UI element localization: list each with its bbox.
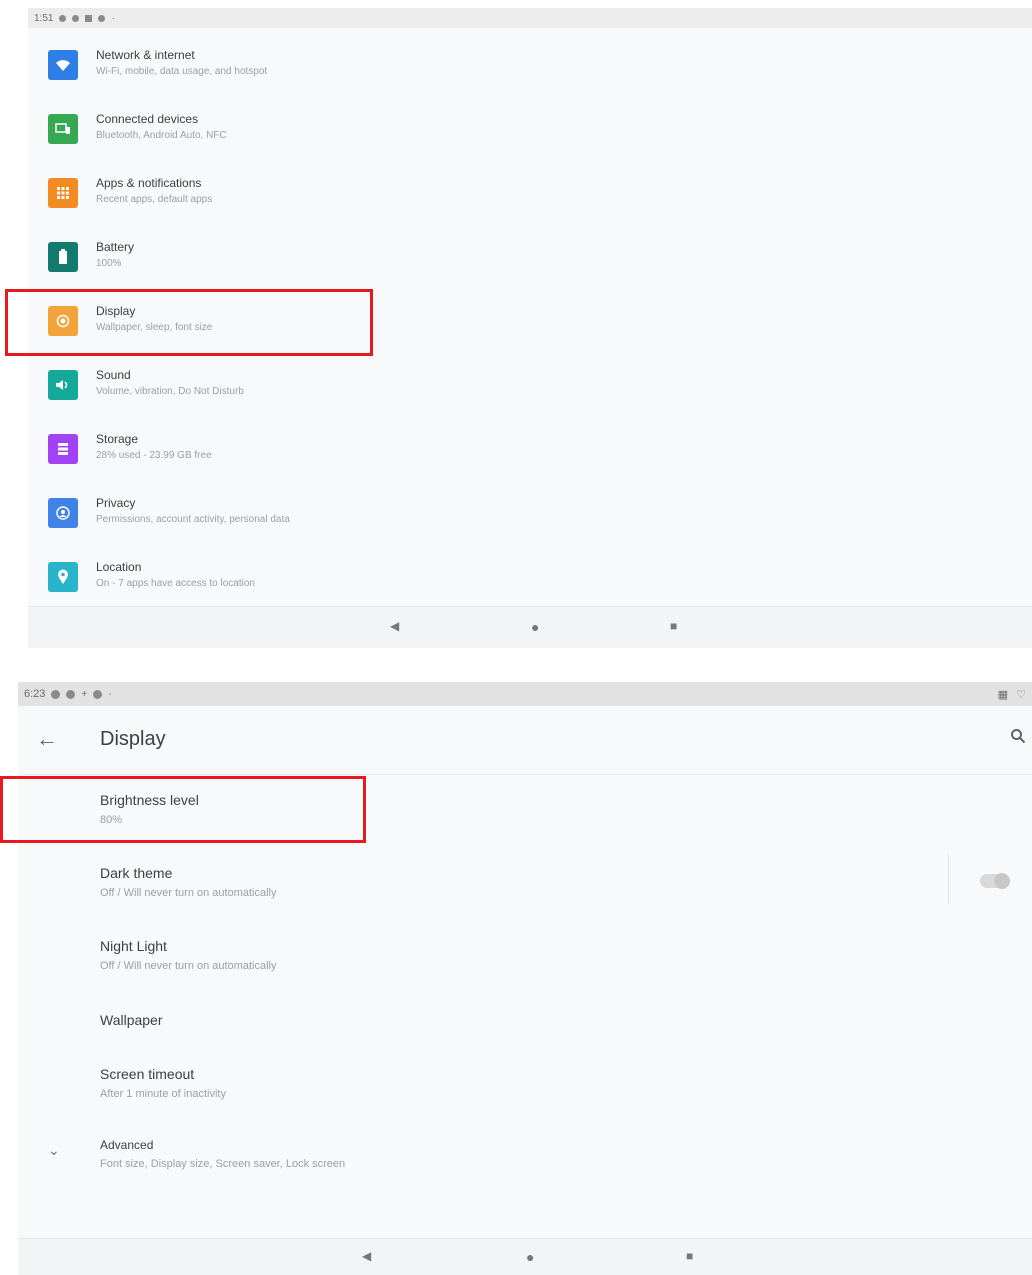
status-time: 6:23 (24, 688, 46, 700)
setting-privacy[interactable]: Privacy Permissions, account activity, p… (28, 484, 1032, 548)
highlight-box-display (5, 289, 373, 356)
back-nav-icon[interactable]: ◀ (390, 619, 399, 633)
notification-icon (85, 14, 93, 22)
setting-title: Network & internet (96, 48, 195, 62)
setting-storage[interactable]: Storage 28% used - 23.99 GB free (28, 420, 1032, 484)
privacy-icon (48, 498, 78, 528)
pref-title: Wallpaper (100, 1012, 163, 1028)
app-bar: ← Display (18, 706, 1032, 775)
highlight-box-brightness (0, 776, 366, 843)
notification-icon (59, 14, 67, 22)
storage-icon (48, 434, 78, 464)
more-dot-icon: · (108, 688, 112, 700)
setting-subtitle: Bluetooth, Android Auto, NFC (96, 130, 227, 141)
notification-icon: + (81, 688, 88, 700)
back-arrow-icon[interactable]: ← (36, 726, 58, 752)
signal-icon: ▦ (997, 688, 1008, 701)
setting-subtitle: 28% used - 23.99 GB free (96, 450, 212, 461)
setting-title: Privacy (96, 496, 136, 510)
notification-icon (72, 14, 80, 22)
setting-title: Battery (96, 240, 135, 254)
notification-icon (51, 689, 61, 699)
notification-icon (93, 689, 103, 699)
setting-title: Apps & notifications (96, 176, 202, 190)
home-nav-icon[interactable]: ● (526, 1249, 534, 1265)
status-bar: 1:51 · (28, 8, 1032, 28)
devices-icon (48, 114, 78, 144)
dark-theme-toggle[interactable] (980, 873, 1010, 889)
setting-location[interactable]: Location On - 7 apps have access to loca… (28, 548, 1032, 612)
status-time: 1:51 (34, 12, 54, 24)
battery-icon (48, 242, 78, 272)
setting-title: Location (96, 560, 142, 574)
location-icon (48, 562, 78, 592)
pref-title: Advanced (100, 1138, 154, 1152)
setting-subtitle: 100% (96, 258, 122, 269)
navigation-bar: ◀ ● ■ (18, 1238, 1032, 1275)
setting-battery[interactable]: Battery 100% (28, 228, 1032, 292)
setting-title: Connected devices (96, 112, 199, 126)
pref-title: Screen timeout (100, 1066, 195, 1082)
setting-subtitle: On - 7 apps have access to location (96, 578, 255, 589)
setting-sound[interactable]: Sound Volume, vibration, Do Not Disturb (28, 356, 1032, 420)
status-bar: 6:23 + · ▦ ♡ (18, 682, 1032, 706)
toggle-knob (994, 873, 1010, 889)
setting-connected-devices[interactable]: Connected devices Bluetooth, Android Aut… (28, 100, 1032, 164)
pref-subtitle: After 1 minute of inactivity (100, 1088, 226, 1100)
notification-icon (98, 14, 106, 22)
notification-icon (66, 689, 76, 699)
setting-apps[interactable]: Apps & notifications Recent apps, defaul… (28, 164, 1032, 228)
setting-subtitle: Permissions, account activity, personal … (96, 514, 290, 525)
divider (948, 854, 949, 904)
setting-subtitle: Recent apps, default apps (96, 194, 213, 205)
navigation-bar: ◀ ● ■ (28, 606, 1032, 648)
setting-network[interactable]: Network & internet Wi-Fi, mobile, data u… (28, 36, 1032, 100)
display-settings-screenshot: 6:23 + · ▦ ♡ ← Display Brightness level … (18, 682, 1032, 1275)
more-dot-icon: · (111, 12, 115, 24)
page-title: Display (100, 728, 166, 750)
pref-title: Dark theme (100, 865, 173, 881)
pref-title: Night Light (100, 938, 167, 954)
chevron-down-icon: ⌄ (48, 1142, 60, 1158)
wifi-icon (48, 50, 78, 80)
sound-icon (48, 370, 78, 400)
wifi-status-icon: ♡ (1016, 688, 1026, 701)
pref-subtitle: Off / Will never turn on automatically (100, 960, 277, 972)
setting-title: Storage (96, 432, 139, 446)
search-icon[interactable] (1010, 728, 1026, 749)
setting-subtitle: Volume, vibration, Do Not Disturb (96, 386, 244, 397)
back-nav-icon[interactable]: ◀ (362, 1249, 371, 1263)
pref-subtitle: Off / Will never turn on automatically (100, 887, 277, 899)
recents-nav-icon[interactable]: ■ (686, 1249, 693, 1263)
setting-title: Sound (96, 368, 131, 382)
home-nav-icon[interactable]: ● (531, 619, 539, 635)
recents-nav-icon[interactable]: ■ (670, 619, 677, 633)
setting-subtitle: Wi-Fi, mobile, data usage, and hotspot (96, 66, 268, 77)
apps-icon (48, 178, 78, 208)
pref-subtitle: Font size, Display size, Screen saver, L… (100, 1158, 346, 1170)
